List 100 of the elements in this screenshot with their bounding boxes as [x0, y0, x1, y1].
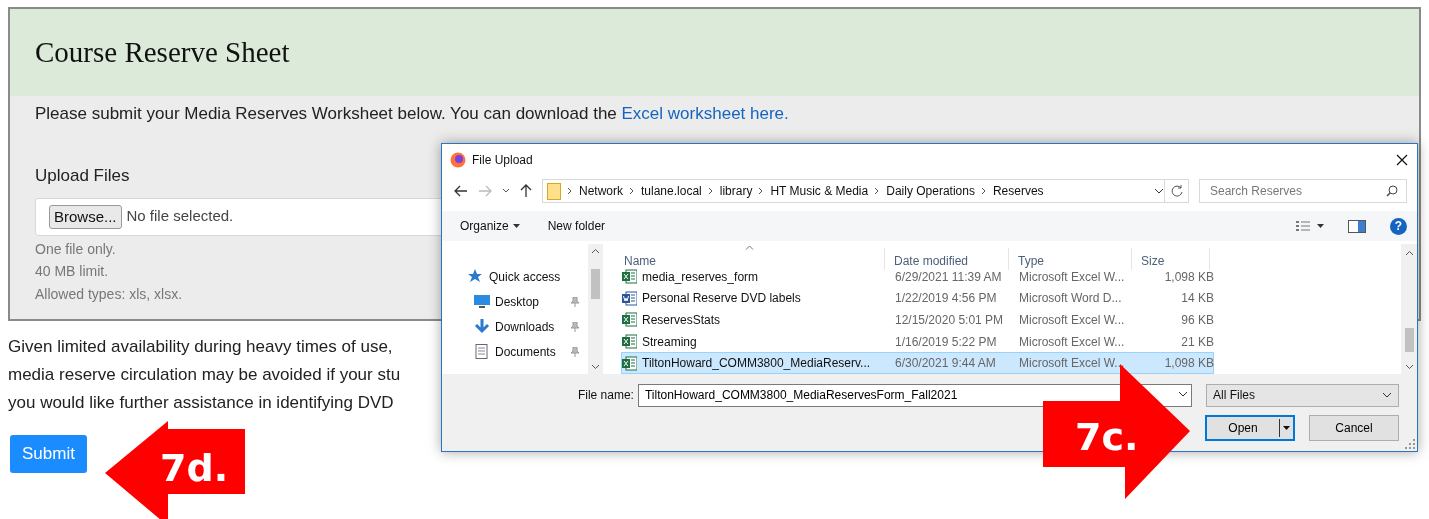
chevron-icon	[707, 187, 714, 195]
file-name-field[interactable]: TiltonHoward_COMM3800_MediaReservesForm_Fall2021	[637, 383, 1192, 407]
dropdown-icon[interactable]	[502, 188, 510, 194]
file-size: 21 KB	[1180, 333, 1215, 351]
worksheet-link[interactable]: Excel worksheet here.	[621, 104, 789, 123]
search-icon	[1386, 185, 1398, 197]
help-text: One file only.	[35, 239, 116, 259]
file-type: Microsoft Excel W...	[1018, 312, 1126, 329]
paragraph-line: media reserve circulation may be avoided if your stu	[8, 364, 401, 386]
file-type: Microsoft Excel W...	[1018, 333, 1126, 351]
scroll-down-icon[interactable]	[591, 364, 600, 370]
file-date: 12/15/2020 5:01 PM	[894, 312, 1005, 329]
desktop-icon	[474, 294, 490, 309]
file-status: No file selected.	[126, 206, 234, 227]
scroll-thumb[interactable]	[591, 269, 600, 299]
resize-grip	[1405, 439, 1415, 449]
breadcrumb[interactable]: tulane.local	[641, 182, 702, 200]
nav-item[interactable]: Quick access	[442, 264, 588, 289]
excel-file-icon	[622, 355, 637, 371]
scroll-thumb[interactable]	[1404, 328, 1414, 352]
upload-label: Upload Files	[35, 165, 131, 187]
organize-menu[interactable]: Organize	[460, 217, 520, 235]
breadcrumb[interactable]: Network	[579, 182, 623, 200]
scrollbar[interactable]	[588, 244, 603, 374]
file-date: 1/16/2019 5:22 PM	[894, 333, 998, 351]
file-type: Microsoft Word D...	[1018, 290, 1123, 308]
file-row[interactable]: TiltonHoward_COMM3800_MediaReserv... 6/30/2021 9:44 AM Microsoft Excel W... 1,098 KB	[621, 352, 1214, 374]
scroll-up-icon[interactable]	[1404, 250, 1414, 256]
scroll-down-icon[interactable]	[1404, 364, 1414, 370]
chevron-icon	[758, 187, 765, 195]
column-header[interactable]: Type	[1009, 248, 1132, 270]
file-row[interactable]: Streaming 1/16/2019 5:22 PM Microsoft Excel W... 21 KB	[621, 330, 1214, 353]
star-icon	[468, 269, 484, 284]
chevron-icon	[874, 187, 881, 195]
chevron-icon	[567, 187, 573, 195]
caret-icon	[512, 224, 520, 228]
file-row[interactable]: Personal Reserve DVD labels 1/22/2019 4:56 PM Microsoft Word D... 14 KB	[621, 287, 1214, 310]
file-name: TiltonHoward_COMM3800_MediaReserv...	[642, 355, 871, 373]
breadcrumb[interactable]: library	[719, 182, 753, 200]
close-icon[interactable]	[1395, 153, 1409, 167]
sort-icon	[745, 245, 754, 250]
document-icon	[474, 344, 490, 359]
address-bar[interactable]: Network tulane.local library HT Music & Media Daily Operations Reserves	[542, 179, 1189, 203]
page-title: Course Reserve Sheet	[35, 34, 290, 70]
browse-button[interactable]: Browse...	[49, 204, 122, 229]
excel-file-icon	[622, 312, 637, 328]
file-name: media_reserves_form	[642, 268, 759, 286]
dropdown-icon[interactable]	[1154, 188, 1164, 194]
help-text: 40 MB limit.	[35, 262, 109, 281]
annotation-label: 7c.	[1075, 417, 1139, 457]
file-type: Microsoft Excel W...	[1018, 355, 1126, 373]
file-name: Personal Reserve DVD labels	[642, 290, 801, 308]
scroll-up-icon[interactable]	[591, 248, 600, 254]
open-button[interactable]: Open	[1205, 415, 1295, 441]
file-name-input[interactable]: TiltonHoward_COMM3800_MediaReservesForm_Fall2021	[642, 385, 1175, 405]
file-type: Microsoft Excel W...	[1018, 268, 1126, 286]
file-name: ReservesStats	[642, 312, 721, 329]
file-type-select[interactable]: All Files	[1205, 383, 1399, 407]
caret-icon	[1283, 426, 1290, 430]
file-date: 6/29/2021 11:39 AM	[894, 268, 1003, 286]
annotation-label: 7d.	[160, 448, 229, 488]
file-size: 96 KB	[1180, 312, 1215, 329]
view-icon[interactable]	[1296, 220, 1324, 232]
chevron-icon	[980, 187, 987, 195]
nav-item[interactable]: Desktop	[442, 289, 588, 314]
nav-item[interactable]: Documents	[442, 339, 588, 364]
help-icon[interactable]: ?	[1390, 217, 1407, 235]
file-size: 1,098 KB	[1163, 268, 1215, 286]
nav-item[interactable]: Downloads	[442, 314, 588, 339]
breadcrumb[interactable]: Reserves	[992, 182, 1044, 200]
up-icon[interactable]	[520, 184, 532, 198]
field-label: File name:	[576, 387, 634, 404]
browser-icon	[450, 152, 466, 168]
file-name: Streaming	[642, 333, 697, 351]
file-size: 14 KB	[1180, 290, 1215, 308]
file-date: 1/22/2019 4:56 PM	[894, 290, 998, 308]
intro-text: Please submit your Media Reserves Worksheet below. You can download the Excel worksheet here.	[35, 103, 790, 125]
download-icon	[474, 319, 490, 334]
cancel-button[interactable]: Cancel	[1309, 415, 1399, 441]
chevron-icon	[629, 187, 635, 195]
dropdown-icon	[1382, 392, 1392, 398]
back-icon[interactable]	[454, 185, 468, 197]
new-folder-button[interactable]: New folder	[547, 217, 606, 235]
file-row[interactable]: ReservesStats 12/15/2020 5:01 PM Microsoft Excel W... 96 KB	[621, 309, 1214, 331]
column-header[interactable]: Date modified	[885, 248, 1009, 270]
scrollbar[interactable]	[1401, 244, 1417, 374]
column-header[interactable]: Size	[1132, 248, 1210, 270]
refresh-icon[interactable]	[1170, 185, 1183, 197]
text-fragment: you would like further assistance in identifying DVD	[8, 392, 394, 414]
excel-file-icon	[622, 269, 637, 285]
file-size: 1,098 KB	[1163, 355, 1215, 373]
help-text: Allowed types: xls, xlsx.	[35, 284, 183, 304]
pane-icon[interactable]	[1348, 219, 1366, 233]
dialog-title: File Upload	[472, 152, 534, 169]
breadcrumb[interactable]: Daily Operations	[886, 182, 975, 200]
folder-icon	[547, 182, 561, 200]
breadcrumb[interactable]: HT Music & Media	[770, 182, 869, 200]
excel-file-icon	[622, 334, 637, 350]
search-field[interactable]: Search Reserves	[1199, 179, 1407, 203]
word-file-icon	[622, 290, 637, 306]
